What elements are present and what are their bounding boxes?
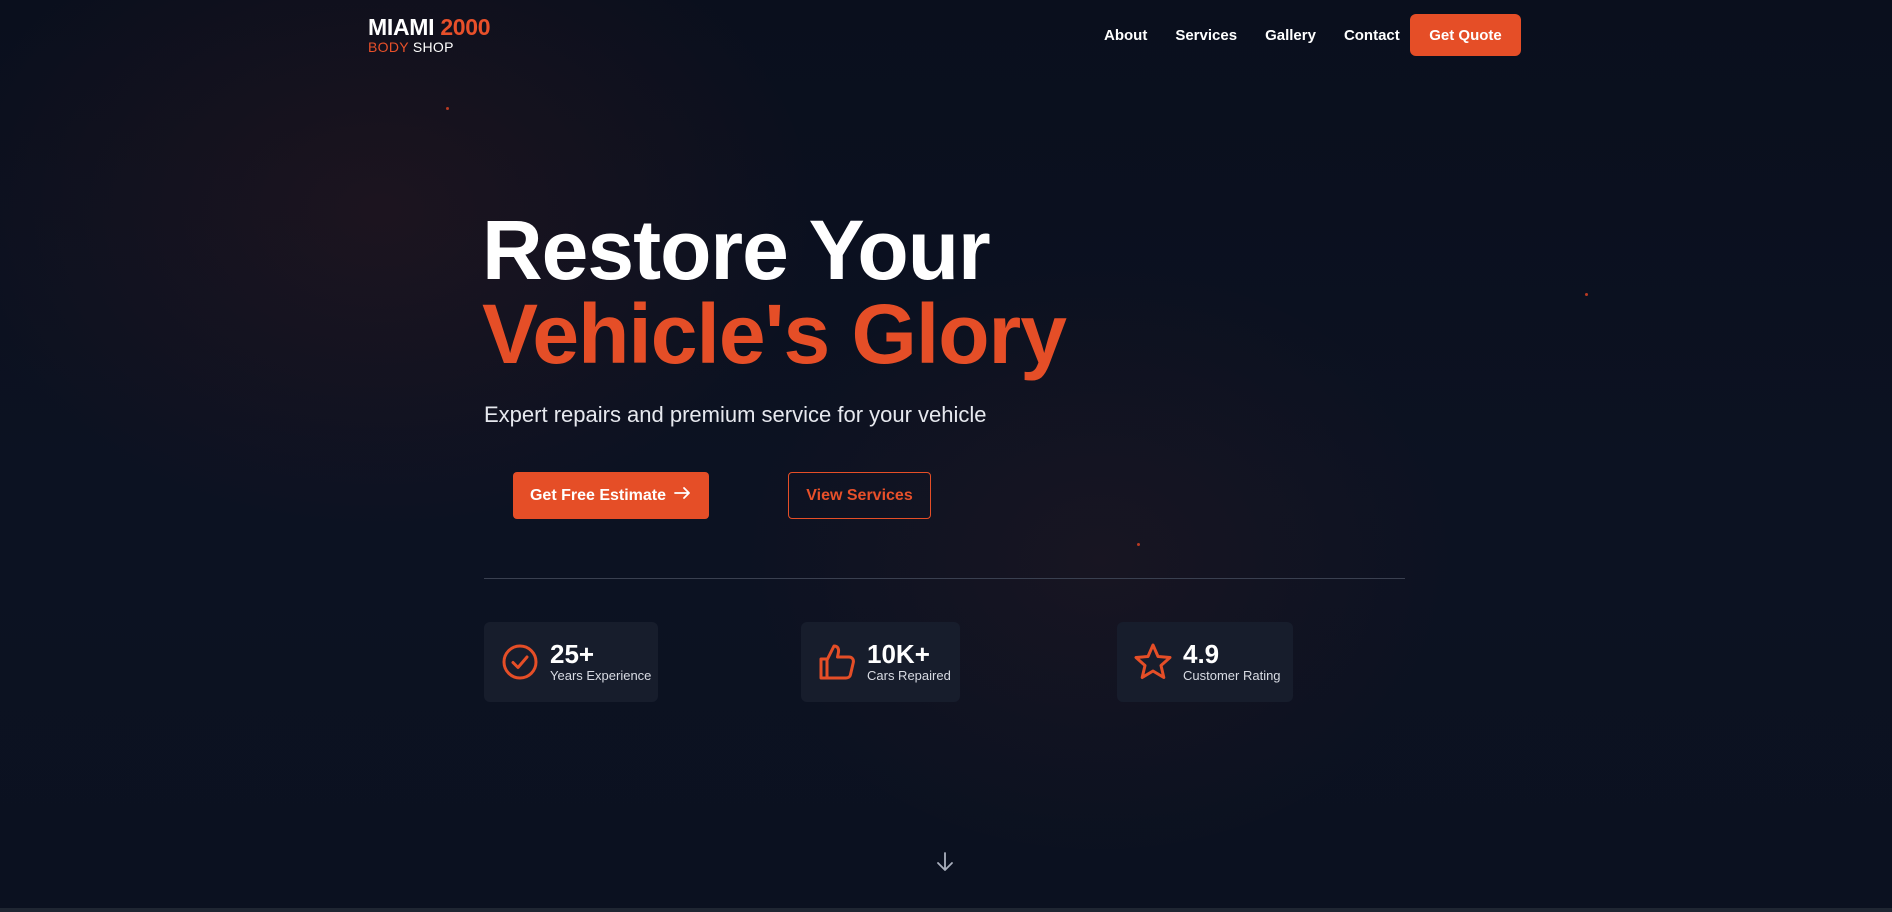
view-services-button[interactable]: View Services: [788, 472, 931, 519]
stat-value: 10K+: [867, 639, 930, 669]
stat-text: 10K+ Cars Repaired: [867, 640, 951, 684]
arrow-right-icon: [674, 486, 692, 505]
hero-title-line2: Vehicle's Glory: [482, 287, 1067, 381]
hero-title: Restore Your Vehicle's Glory: [482, 203, 1067, 381]
nav-link-gallery[interactable]: Gallery: [1265, 26, 1316, 46]
stat-card-rating: 4.9 Customer Rating: [1117, 622, 1293, 702]
brand-name-accent: 2000: [440, 14, 491, 40]
brand-sub-main: SHOP: [412, 39, 454, 55]
stat-value: 4.9: [1183, 639, 1220, 669]
nav-link-about[interactable]: About: [1104, 26, 1147, 46]
thumbs-up-icon: [817, 642, 857, 682]
brand-name-main: MIAMI: [368, 14, 435, 40]
nav-link-services[interactable]: Services: [1175, 26, 1237, 46]
brand-name: MIAMI 2000: [368, 14, 491, 40]
brand-subtitle: BODY SHOP: [368, 39, 490, 56]
star-icon: [1133, 642, 1173, 682]
hero-subtitle: Expert repairs and premium service for y…: [484, 402, 987, 427]
stat-label: Customer Rating: [1183, 668, 1281, 683]
decor-dot: [1585, 293, 1588, 296]
brand-sub-accent: BODY: [368, 39, 409, 55]
get-quote-button[interactable]: Get Quote: [1410, 14, 1521, 56]
stat-text: 25+ Years Experience: [550, 640, 651, 684]
brand-logo[interactable]: MIAMI 2000 BODY SHOP: [368, 14, 491, 56]
site-header: MIAMI 2000 BODY SHOP About Services Gall…: [0, 0, 1892, 72]
hero-title-line1: Restore Your: [482, 203, 991, 297]
page: MIAMI 2000 BODY SHOP About Services Gall…: [0, 0, 1892, 912]
bottom-edge: [0, 908, 1892, 912]
nav-link-contact[interactable]: Contact: [1344, 26, 1400, 46]
view-services-label: View Services: [806, 486, 913, 504]
stat-value: 25+: [550, 639, 595, 669]
stat-label: Years Experience: [550, 668, 652, 683]
stat-text: 4.9 Customer Rating: [1183, 640, 1281, 684]
arrow-down-icon[interactable]: [935, 850, 955, 874]
stat-card-experience: 25+ Years Experience: [484, 622, 658, 702]
main-nav: About Services Gallery Contact: [1104, 26, 1428, 46]
stat-card-cars-repaired: 10K+ Cars Repaired: [801, 622, 960, 702]
get-free-estimate-button[interactable]: Get Free Estimate: [513, 472, 709, 519]
decor-dot: [446, 107, 449, 110]
get-free-estimate-label: Get Free Estimate: [529, 486, 667, 504]
decor-dot: [1137, 543, 1140, 546]
check-circle-icon: [500, 642, 540, 682]
stat-label: Cars Repaired: [867, 668, 951, 683]
hero-divider: [484, 578, 1405, 579]
